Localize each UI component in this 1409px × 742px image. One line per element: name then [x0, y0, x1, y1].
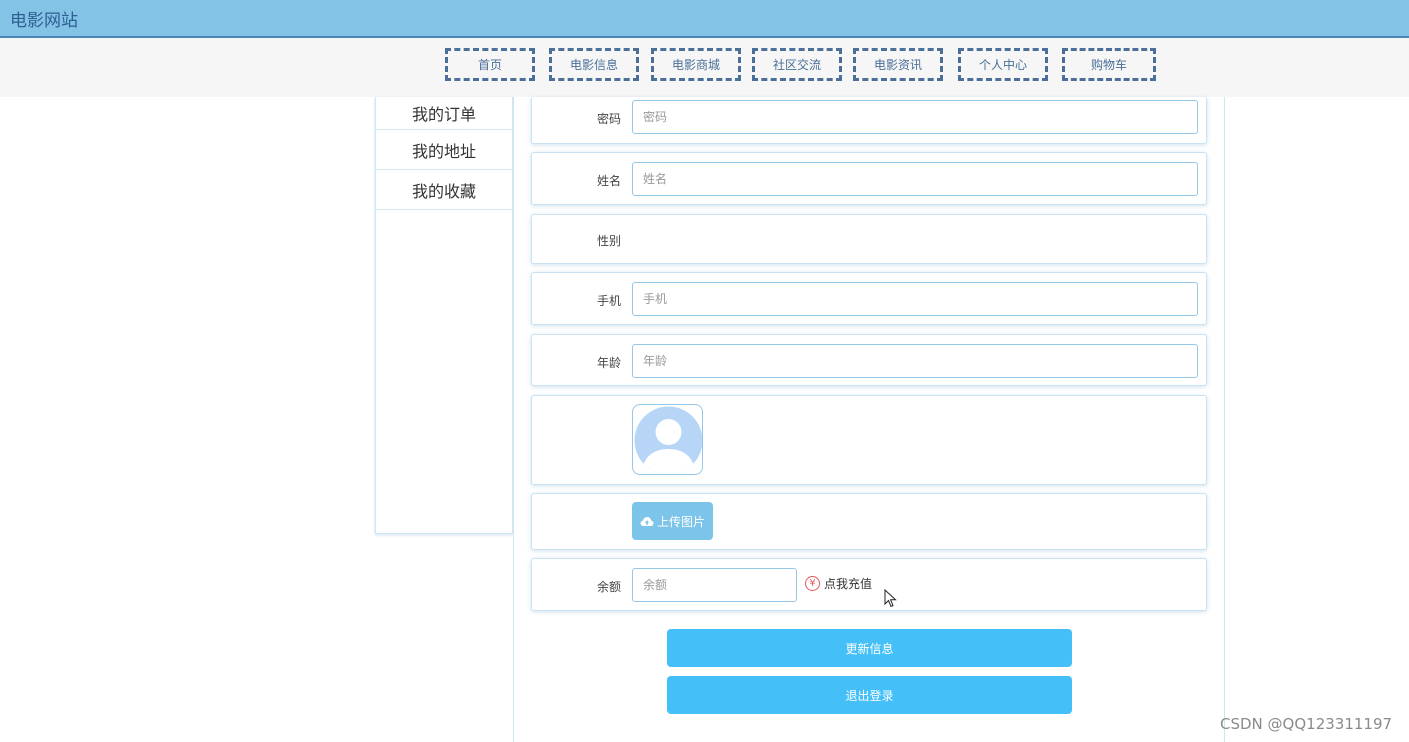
name-label: 姓名 [596, 174, 621, 188]
name-row: 姓名 [531, 152, 1207, 205]
upload-row: 上传图片 [531, 493, 1207, 550]
phone-row: 手机 [531, 272, 1207, 325]
nav-community[interactable]: 社区交流 [752, 48, 842, 81]
recharge-label: 点我充值 [824, 577, 873, 591]
nav-movie-shop[interactable]: 电影商城 [651, 48, 741, 81]
phone-field[interactable] [632, 282, 1198, 316]
yen-icon: ¥ [805, 576, 820, 591]
age-label: 年龄 [596, 356, 621, 370]
mouse-cursor-icon [884, 589, 897, 608]
watermark: CSDN @QQ123311197 [1220, 715, 1393, 733]
password-field[interactable] [632, 100, 1198, 134]
user-placeholder-icon [634, 406, 702, 474]
nav-personal-center[interactable]: 个人中心 [958, 48, 1048, 81]
nav-cart[interactable]: 购物车 [1062, 48, 1156, 81]
balance-label: 余额 [596, 580, 621, 594]
name-field[interactable] [632, 162, 1198, 196]
balance-field[interactable] [632, 568, 797, 602]
gender-label: 性别 [596, 234, 621, 248]
cloud-upload-icon [640, 516, 654, 526]
balance-row: 余额 ¥ 点我充值 [531, 558, 1207, 611]
upload-image-label: 上传图片 [656, 514, 705, 529]
nav-movie-news[interactable]: 电影资讯 [853, 48, 943, 81]
top-bar: 电影网站 [0, 0, 1409, 38]
site-title: 电影网站 [10, 11, 78, 31]
main-nav: 首页 电影信息 电影商城 社区交流 电影资讯 个人中心 购物车 [0, 38, 1409, 97]
update-info-button[interactable]: 更新信息 [667, 629, 1072, 667]
phone-label: 手机 [596, 294, 621, 308]
upload-image-button[interactable]: 上传图片 [632, 502, 713, 540]
sidebar-item-favorites[interactable]: 我的收藏 [376, 170, 512, 210]
password-label: 密码 [596, 112, 621, 126]
age-field[interactable] [632, 344, 1198, 378]
logout-button[interactable]: 退出登录 [667, 676, 1072, 714]
gender-row: 性别 [531, 214, 1207, 264]
avatar[interactable] [632, 404, 703, 475]
password-row: 密码 [531, 97, 1207, 144]
sidebar-item-orders[interactable]: 我的订单 [376, 97, 512, 130]
age-row: 年龄 [531, 334, 1207, 386]
avatar-row [531, 395, 1207, 485]
nav-movie-info[interactable]: 电影信息 [549, 48, 639, 81]
sidebar-menu: 我的订单 我的地址 我的收藏 [375, 97, 513, 534]
sidebar-item-address[interactable]: 我的地址 [376, 130, 512, 170]
nav-home[interactable]: 首页 [445, 48, 535, 81]
recharge-link[interactable]: ¥ 点我充值 [805, 575, 872, 592]
